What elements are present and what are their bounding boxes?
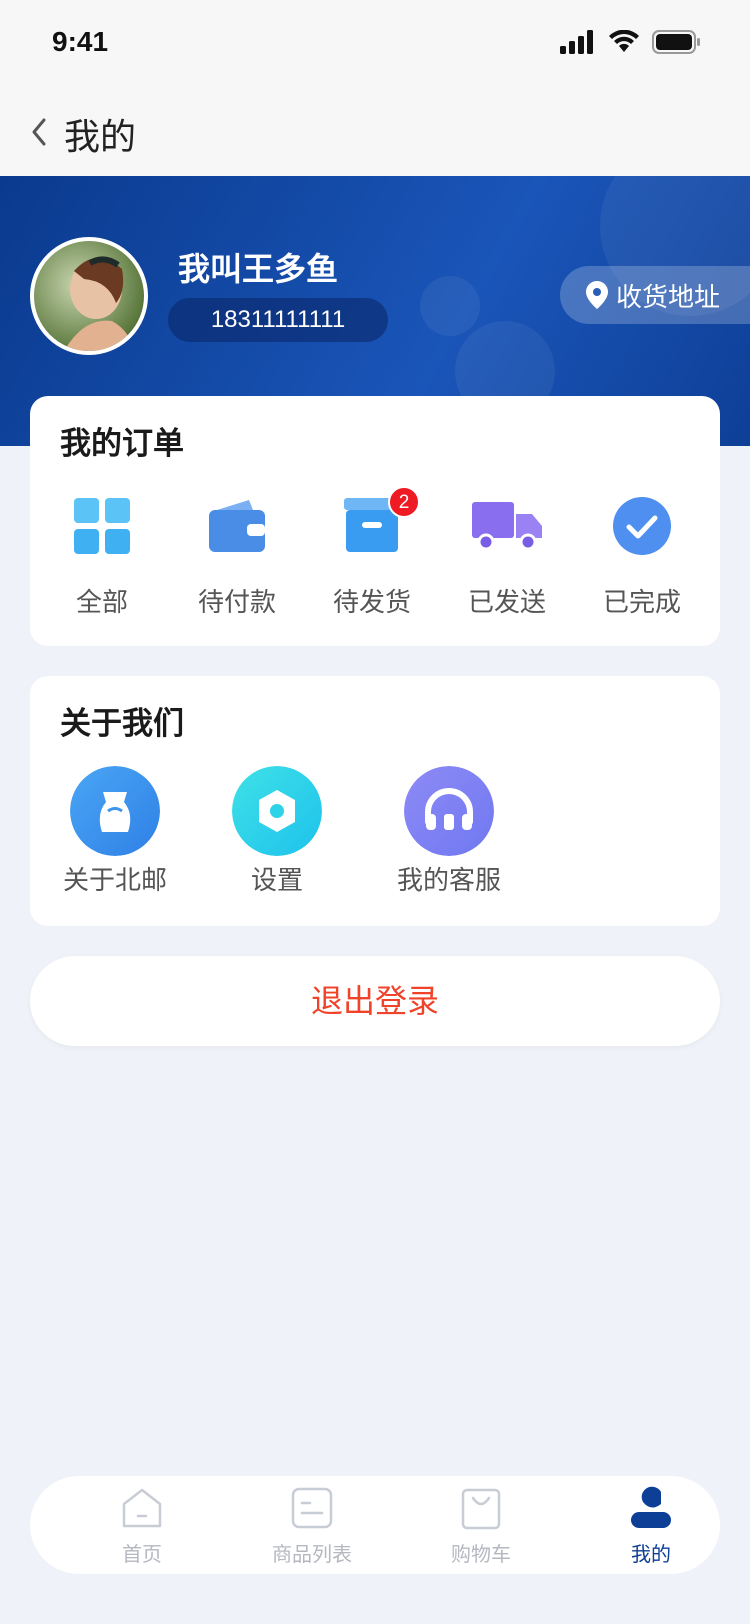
avatar[interactable] [30,237,148,355]
order-pending-payment[interactable]: 待付款 [172,496,302,626]
tab-label: 首页 [122,1542,162,1566]
about-card: 关于我们 关于北邮 设置 我的客服 [30,676,720,926]
status-bar: 9:41 [0,0,750,88]
order-badge: 2 [388,486,420,518]
tab-home[interactable]: 首页 [77,1486,207,1570]
list-icon [291,1487,333,1529]
wifi-icon [609,30,639,52]
order-label: 待付款 [197,588,276,618]
headset-icon [404,766,494,856]
signal-icon [560,30,593,54]
order-label: 待发货 [332,588,411,618]
tab-bar: 首页 商品列表 购物车 我的 [30,1476,720,1574]
user-icon [631,1486,671,1528]
page-title: 我的 [64,117,137,158]
wallet-icon [209,500,265,552]
about-title: 关于我们 [60,706,184,742]
user-name: 我叫王多鱼 [178,250,339,288]
bag-icon [461,1488,501,1530]
orders-title: 我的订单 [60,426,184,462]
about-icon [70,766,160,856]
tab-cart[interactable]: 购物车 [416,1486,546,1570]
truck-icon [472,502,542,551]
order-label: 已发送 [467,588,546,618]
home-icon [122,1488,162,1528]
status-icons [560,30,702,54]
about-label: 我的客服 [396,866,501,896]
order-shipped[interactable]: 已发送 [442,496,572,626]
address-label: 收货地址 [616,282,721,313]
phone-number: 18311111111 [168,298,388,342]
order-all[interactable]: 全部 [37,496,167,626]
check-circle-icon [613,497,671,555]
location-pin-icon [586,281,608,309]
tab-label: 商品列表 [272,1542,352,1566]
tab-label: 购物车 [451,1542,511,1566]
status-time: 9:41 [52,26,109,57]
battery-icon [652,30,700,54]
nav-bar: 我的 [0,88,750,176]
tab-product-list[interactable]: 商品列表 [247,1486,377,1570]
profile-page: 9:41 我的 我叫王多鱼 18311111111 收货地址 我的订单 全部 待… [0,0,750,1624]
address-button[interactable]: 收货地址 [560,266,750,324]
order-completed[interactable]: 已完成 [577,496,707,626]
tab-mine[interactable]: 我的 [586,1486,716,1570]
grid-icon [74,498,130,554]
order-pending-shipment[interactable]: 待发货 [307,496,437,626]
orders-card: 我的订单 全部 待付款 待发货 已发送 已完成 2 [30,396,720,646]
tab-label: 我的 [631,1542,671,1566]
settings-icon [232,766,322,856]
logout-button[interactable]: 退出登录 [30,956,720,1046]
about-label: 设置 [250,866,303,896]
order-label: 已完成 [602,588,681,618]
about-label: 关于北邮 [62,866,167,896]
order-label: 全部 [75,588,128,618]
